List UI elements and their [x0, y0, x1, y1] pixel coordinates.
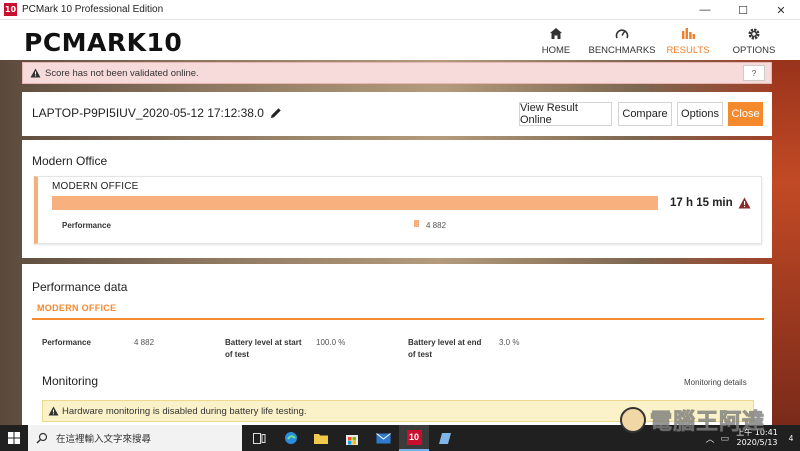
modern-office-card[interactable]: MODERN OFFICE 17 h 15 min Performance 4 … — [34, 176, 762, 244]
close-button[interactable]: Close — [728, 102, 763, 126]
bar-chart-icon — [681, 25, 695, 42]
file-explorer-icon[interactable] — [306, 425, 336, 451]
perf-data-value-battery-end: 3.0 % — [499, 338, 520, 347]
app-icon: 10 — [4, 3, 17, 16]
gauge-icon — [615, 25, 629, 42]
search-icon — [36, 432, 48, 444]
window-titlebar: 10 PCMark 10 Professional Edition — ☐ ✕ — [0, 0, 800, 20]
perf-data-label-performance: Performance — [42, 338, 91, 347]
maximize-button[interactable]: ☐ — [724, 0, 762, 20]
watermark-mascot-icon — [620, 407, 646, 433]
view-result-online-button[interactable]: View Result Online — [519, 102, 612, 126]
modern-office-panel: Modern Office MODERN OFFICE 17 h 15 min … — [22, 140, 772, 258]
nav-home[interactable]: HOME — [524, 22, 588, 56]
watermark-logo: 電腦王阿達 — [620, 400, 800, 440]
result-header-panel: LAPTOP-P9PI5IUV_2020-05-12 17:12:38.0 Vi… — [22, 92, 772, 136]
result-name: LAPTOP-P9PI5IUV_2020-05-12 17:12:38.0 — [32, 106, 264, 120]
banner-text: Score has not been validated online. — [45, 67, 199, 79]
app-header: PCMARK10 HOME BENCHMARKS RESULTS OPTIONS — [0, 20, 800, 60]
minimize-button[interactable]: — — [686, 0, 724, 20]
monitoring-title: Monitoring — [42, 374, 99, 388]
performance-value: 4 882 — [426, 221, 447, 230]
modern-office-title: Modern Office — [32, 154, 108, 168]
gear-icon — [747, 25, 761, 42]
nav-options-label: OPTIONS — [732, 45, 776, 56]
monitoring-warning-text: Hardware monitoring is disabled during b… — [62, 405, 307, 417]
search-placeholder: 在這裡輸入文字來搜尋 — [56, 434, 152, 445]
perf-data-label-battery-end: Battery level at end of test — [408, 338, 482, 359]
watermark-text: 電腦王阿達 — [649, 410, 766, 436]
tab-modern-office-label: MODERN OFFICE — [37, 303, 117, 313]
mail-icon[interactable] — [368, 425, 398, 451]
start-button[interactable] — [0, 425, 28, 451]
close-window-button[interactable]: ✕ — [762, 0, 800, 20]
monitoring-details-link[interactable]: Monitoring details — [684, 378, 747, 387]
taskbar-search-input[interactable]: 在這裡輸入文字來搜尋 — [28, 425, 242, 451]
help-button[interactable]: ? — [743, 65, 765, 81]
options-button[interactable]: Options — [677, 102, 723, 126]
home-icon — [549, 25, 563, 42]
pcmark-icon[interactable]: 10 — [399, 425, 429, 451]
warning-triangle-icon — [738, 196, 751, 209]
edit-pencil-icon[interactable] — [270, 106, 282, 118]
performance-marker — [413, 220, 419, 227]
performance-data-title: Performance data — [32, 280, 128, 294]
nav-benchmarks[interactable]: BENCHMARKS — [588, 22, 656, 56]
task-view-icon[interactable] — [244, 425, 274, 451]
warning-icon — [29, 67, 41, 79]
pcmark-icon-badge: 10 — [406, 429, 422, 445]
store-icon[interactable] — [337, 425, 367, 451]
nav-results-label: RESULTS — [666, 45, 710, 56]
warning-icon — [47, 405, 59, 417]
compare-button[interactable]: Compare — [618, 102, 672, 126]
perf-data-label-battery-start: Battery level at start of test — [225, 338, 302, 359]
nav-options[interactable]: OPTIONS — [722, 22, 786, 56]
windows-logo-icon — [8, 432, 20, 444]
battery-life-duration: 17 h 15 min — [670, 197, 733, 209]
nav-home-label: HOME — [541, 45, 571, 56]
perf-data-value-performance: 4 882 — [134, 338, 155, 347]
nav-benchmarks-label: BENCHMARKS — [588, 45, 656, 56]
main-nav: HOME BENCHMARKS RESULTS OPTIONS — [522, 22, 786, 56]
battery-life-bar — [52, 196, 658, 210]
modern-office-card-title: MODERN OFFICE — [52, 181, 139, 192]
nav-results[interactable]: RESULTS — [656, 22, 720, 56]
window-title: PCMark 10 Professional Edition — [22, 4, 164, 15]
background-image-edge — [770, 20, 800, 425]
validation-banner: Score has not been validated online. ? — [22, 62, 772, 84]
pcmark-logo: PCMARK10 — [24, 28, 183, 57]
tab-modern-office[interactable]: MODERN OFFICE — [32, 298, 764, 320]
perf-data-value-battery-start: 100.0 % — [316, 338, 346, 347]
edge-icon[interactable] — [276, 425, 306, 451]
notes-icon[interactable] — [430, 425, 460, 451]
performance-label: Performance — [62, 221, 111, 230]
